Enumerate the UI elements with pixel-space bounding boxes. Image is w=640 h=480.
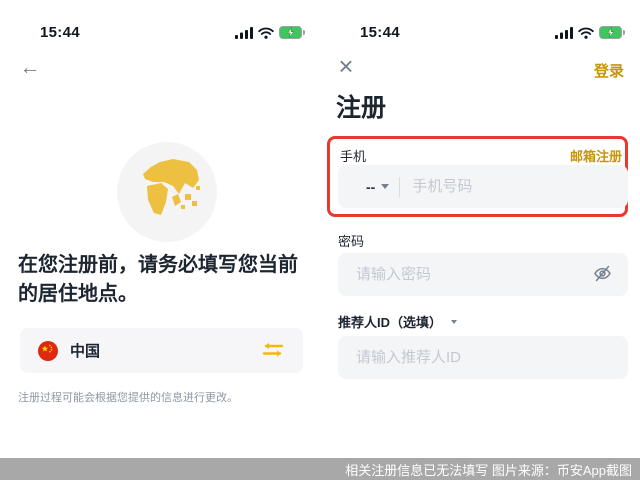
country-code-selector[interactable]: --	[338, 165, 399, 208]
password-input-group	[338, 253, 628, 296]
left-screen-country-select: 15:44 ←	[0, 0, 320, 480]
phone-input-group: --	[338, 165, 628, 208]
country-selector[interactable]: 中国	[20, 328, 303, 373]
watermark-text: 相关注册信息已无法填写 图片来源：币安App截图	[345, 460, 632, 479]
battery-icon	[599, 26, 625, 39]
register-note: 注册过程可能会根据您提供的信息进行更改。	[18, 389, 238, 405]
referral-input-group	[338, 336, 628, 379]
right-screen-register-form: 15:44 × 登录 注册 手机 邮箱注册 -- 密	[320, 0, 640, 480]
country-code-value: --	[366, 179, 375, 195]
phone-input[interactable]	[412, 165, 628, 208]
input-divider	[399, 177, 400, 197]
status-time: 15:44	[360, 24, 400, 41]
cellular-icon	[235, 27, 253, 39]
wifi-icon	[578, 27, 594, 39]
chevron-down-icon	[381, 184, 389, 189]
password-input[interactable]	[338, 253, 585, 296]
referral-label: 推荐人ID（选填）	[338, 312, 442, 331]
headline: 在您注册前，请务必填写您当前的居住地点。	[18, 251, 310, 309]
eye-off-icon	[593, 265, 612, 285]
email-register-link[interactable]: 邮箱注册	[570, 146, 622, 165]
battery-icon	[279, 26, 305, 39]
globe-icon	[117, 142, 217, 242]
referral-label-row: 推荐人ID（选填）	[338, 312, 459, 331]
watermark-bar: 相关注册信息已无法填写 图片来源：币安App截图	[0, 458, 640, 480]
referral-input[interactable]	[338, 336, 628, 379]
close-button[interactable]: ×	[332, 52, 360, 80]
toggle-password-visibility-button[interactable]	[585, 253, 628, 296]
swap-country-button[interactable]	[261, 341, 285, 361]
china-flag-icon	[38, 341, 58, 361]
wifi-icon	[258, 27, 274, 39]
cellular-icon	[555, 27, 573, 39]
phone-label: 手机	[340, 146, 366, 165]
page-title: 注册	[336, 88, 386, 124]
back-arrow-icon: ←	[20, 56, 41, 79]
swap-icon	[261, 347, 285, 362]
close-icon: ×	[338, 51, 353, 81]
login-link[interactable]: 登录	[594, 60, 624, 81]
triangle-down-icon	[451, 320, 457, 324]
status-icons	[555, 26, 625, 39]
status-time: 15:44	[40, 24, 80, 41]
screenshot-canvas: 15:44 ←	[0, 0, 640, 480]
country-name: 中国	[70, 340, 261, 361]
status-icons	[235, 26, 305, 39]
referral-dropdown-button[interactable]	[449, 318, 459, 326]
password-label: 密码	[338, 231, 364, 250]
back-button[interactable]: ←	[16, 56, 44, 80]
